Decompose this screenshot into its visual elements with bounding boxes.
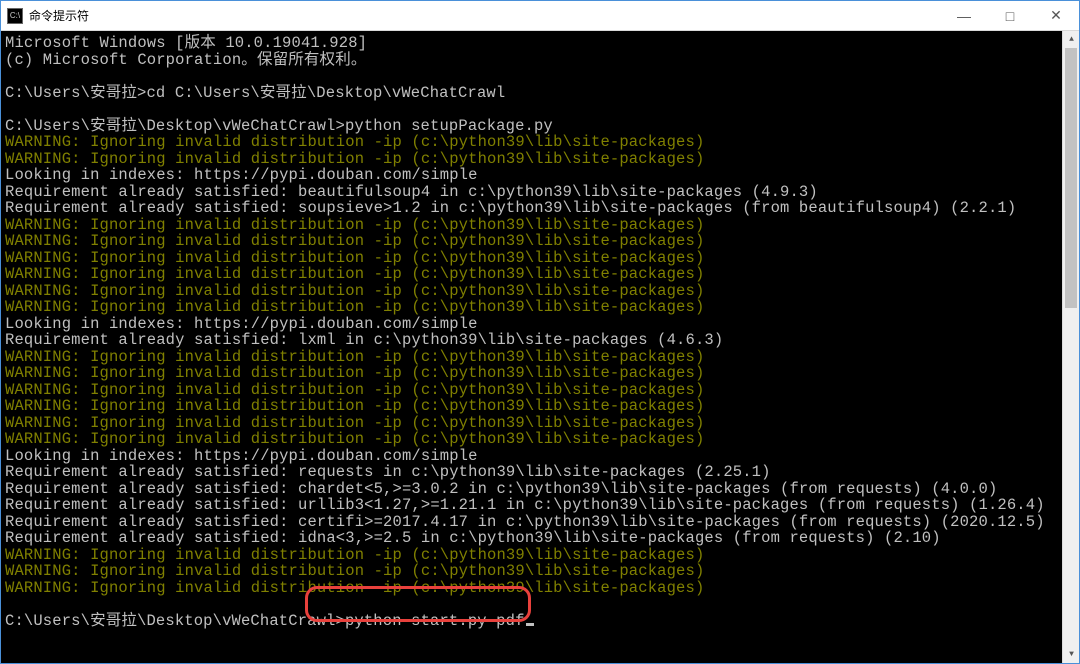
terminal-line: WARNING: Ignoring invalid distribution -… [5, 349, 1075, 366]
prompt-path: C:\Users\安哥拉\Desktop\vWeChatCrawl> [5, 612, 345, 630]
terminal-line: WARNING: Ignoring invalid distribution -… [5, 431, 1075, 448]
terminal-line: (c) Microsoft Corporation。保留所有权利。 [5, 52, 1075, 69]
terminal-line: WARNING: Ignoring invalid distribution -… [5, 283, 1075, 300]
prompt-line[interactable]: C:\Users\安哥拉\Desktop\vWeChatCrawl>python… [5, 613, 1075, 630]
titlebar[interactable]: C:\ 命令提示符 — □ ✕ [1, 1, 1079, 31]
terminal-line: WARNING: Ignoring invalid distribution -… [5, 547, 1075, 564]
terminal-line: WARNING: Ignoring invalid distribution -… [5, 415, 1075, 432]
terminal-line: Requirement already satisfied: chardet<5… [5, 481, 1075, 498]
terminal-line: WARNING: Ignoring invalid distribution -… [5, 563, 1075, 580]
cmd-window: C:\ 命令提示符 — □ ✕ Microsoft Windows [版本 10… [0, 0, 1080, 664]
terminal-line: Looking in indexes: https://pypi.douban.… [5, 316, 1075, 333]
scroll-down-button[interactable]: ▼ [1063, 646, 1080, 663]
maximize-button[interactable]: □ [987, 1, 1033, 31]
terminal-area[interactable]: Microsoft Windows [版本 10.0.19041.928](c)… [1, 31, 1079, 663]
terminal-line: Requirement already satisfied: requests … [5, 464, 1075, 481]
scroll-thumb[interactable] [1065, 48, 1077, 308]
terminal-line: WARNING: Ignoring invalid distribution -… [5, 250, 1075, 267]
terminal-line: WARNING: Ignoring invalid distribution -… [5, 398, 1075, 415]
terminal-line: Requirement already satisfied: lxml in c… [5, 332, 1075, 349]
terminal-line: WARNING: Ignoring invalid distribution -… [5, 382, 1075, 399]
scroll-up-button[interactable]: ▲ [1063, 31, 1080, 48]
terminal-line: WARNING: Ignoring invalid distribution -… [5, 217, 1075, 234]
terminal-line: Requirement already satisfied: idna<3,>=… [5, 530, 1075, 547]
minimize-button[interactable]: — [941, 1, 987, 31]
terminal-line: WARNING: Ignoring invalid distribution -… [5, 365, 1075, 382]
terminal-line: C:\Users\安哥拉>cd C:\Users\安哥拉\Desktop\vWe… [5, 85, 1075, 102]
scrollbar[interactable]: ▲ ▼ [1062, 31, 1079, 663]
terminal-line: WARNING: Ignoring invalid distribution -… [5, 233, 1075, 250]
terminal-line: Requirement already satisfied: soupsieve… [5, 200, 1075, 217]
terminal-line [5, 101, 1075, 118]
window-title: 命令提示符 [29, 7, 89, 24]
terminal-line: Looking in indexes: https://pypi.douban.… [5, 167, 1075, 184]
terminal-line [5, 596, 1075, 613]
terminal-line: Requirement already satisfied: certifi>=… [5, 514, 1075, 531]
terminal-line: Microsoft Windows [版本 10.0.19041.928] [5, 35, 1075, 52]
terminal-line: Requirement already satisfied: urllib3<1… [5, 497, 1075, 514]
terminal-line: Requirement already satisfied: beautiful… [5, 184, 1075, 201]
cursor [526, 623, 534, 626]
close-button[interactable]: ✕ [1033, 1, 1079, 31]
terminal-line [5, 68, 1075, 85]
terminal-line: WARNING: Ignoring invalid distribution -… [5, 134, 1075, 151]
terminal-line: WARNING: Ignoring invalid distribution -… [5, 266, 1075, 283]
terminal-line: WARNING: Ignoring invalid distribution -… [5, 299, 1075, 316]
terminal-line: Looking in indexes: https://pypi.douban.… [5, 448, 1075, 465]
terminal-line: WARNING: Ignoring invalid distribution -… [5, 151, 1075, 168]
terminal-line: C:\Users\安哥拉\Desktop\vWeChatCrawl>python… [5, 118, 1075, 135]
terminal-line: WARNING: Ignoring invalid distribution -… [5, 580, 1075, 597]
app-icon: C:\ [7, 8, 23, 24]
scroll-track[interactable] [1063, 48, 1079, 646]
prompt-command[interactable]: python start.py pdf [345, 612, 525, 630]
